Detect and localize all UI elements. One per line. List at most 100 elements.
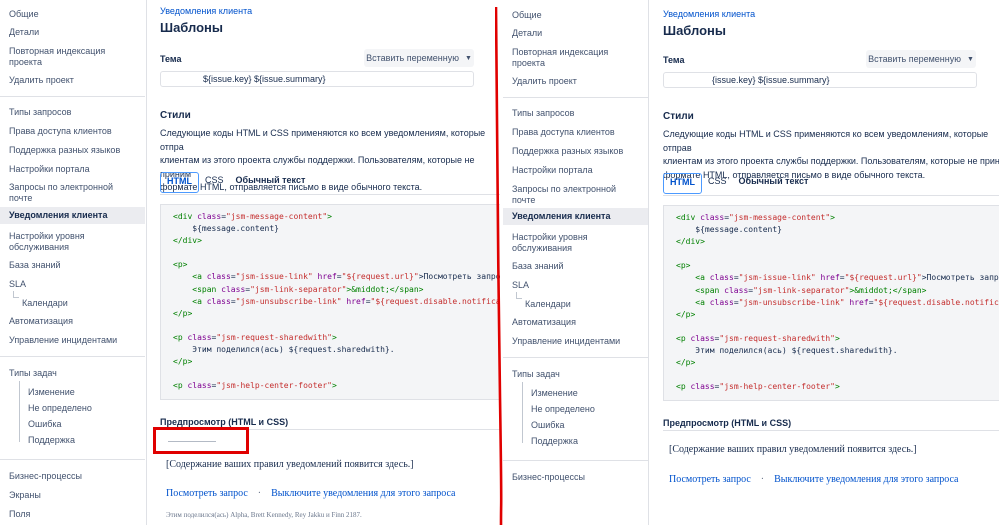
styles-heading: Стили bbox=[663, 111, 694, 122]
chevron-down-icon: ▼ bbox=[967, 55, 974, 63]
sidebar-divider bbox=[0, 356, 145, 357]
preview-view-request-link[interactable]: Посмотреть запрос bbox=[166, 488, 248, 499]
sidebar-item-portal-settings[interactable]: Настройки портала bbox=[0, 164, 145, 175]
preview-unsubscribe-link[interactable]: Выключите уведомления для этого запроса bbox=[774, 474, 958, 485]
tab-css[interactable]: CSS bbox=[702, 173, 733, 192]
sidebar-item-issue-types[interactable]: Типы задач bbox=[0, 368, 145, 379]
sidebar-item-workflows[interactable]: Бизнес-процессы bbox=[503, 472, 648, 483]
preview-separator: · bbox=[760, 474, 765, 485]
html-code-editor[interactable]: <div class="jsm-message-content"> ${mess… bbox=[663, 205, 999, 401]
code-token: <p bbox=[676, 382, 691, 392]
code-token: > bbox=[834, 382, 840, 392]
sidebar-item-sla-settings[interactable]: Настройки уровня обслуживания bbox=[0, 231, 119, 253]
sidebar-item-support[interactable]: Поддержка bbox=[0, 435, 164, 446]
tab-html[interactable]: HTML bbox=[663, 173, 702, 194]
sidebar-item-customer-permissions[interactable]: Права доступа клиентов bbox=[503, 127, 648, 138]
code-token: class bbox=[700, 213, 725, 222]
code-line: Этим поделился(ась) ${request.sharedwith… bbox=[173, 345, 395, 355]
code-token: <p bbox=[173, 381, 188, 391]
sidebar-item-languages[interactable]: Поддержка разных языков bbox=[0, 145, 145, 156]
tab-css[interactable]: CSS bbox=[199, 172, 230, 191]
sidebar-item-incident-management[interactable]: Управление инцидентами bbox=[0, 335, 145, 346]
code-token: <p bbox=[676, 333, 691, 343]
sidebar-item-knowledge-base[interactable]: База знаний bbox=[0, 260, 145, 271]
preview-view-request-link[interactable]: Посмотреть запрос bbox=[669, 474, 751, 485]
right-pane: Уведомления клиента Шаблоны Тема Вставит… bbox=[663, 0, 999, 525]
sidebar-item-calendars[interactable]: Календари bbox=[0, 298, 158, 309]
sidebar-item-delete-project[interactable]: Удалить проект bbox=[503, 76, 648, 87]
sidebar-item-general[interactable]: Общие bbox=[503, 10, 648, 21]
sidebar-item-details[interactable]: Детали bbox=[0, 27, 145, 38]
sidebar-item-sla[interactable]: SLA bbox=[503, 280, 648, 291]
sidebar-item-bug[interactable]: Ошибка bbox=[0, 419, 164, 430]
sidebar-item-details[interactable]: Детали bbox=[503, 28, 648, 39]
sidebar-item-change[interactable]: Изменение bbox=[0, 387, 164, 398]
sidebar-item-automation[interactable]: Автоматизация bbox=[503, 317, 648, 328]
tab-plain-text[interactable]: Обычный текст bbox=[733, 173, 815, 192]
preview-label: Предпросмотр (HTML и CSS) bbox=[663, 418, 792, 428]
sidebar-item-customer-notifications[interactable]: Уведомления клиента bbox=[0, 207, 145, 224]
left-pane: Общие Детали Повторная индексация проект… bbox=[0, 0, 500, 525]
sidebar-item-languages[interactable]: Поддержка разных языков bbox=[503, 146, 648, 157]
code-token: "jsm-unsubscribe-link" bbox=[235, 296, 342, 306]
insert-variable-button[interactable]: Вставить переменную ▼ bbox=[866, 50, 976, 68]
preview-unsubscribe-link[interactable]: Выключите уведомления для этого запроса bbox=[271, 488, 455, 499]
code-token: class bbox=[690, 382, 715, 392]
preview-separator: · bbox=[257, 488, 262, 499]
sidebar-item-sla-settings[interactable]: Настройки уровня обслуживания bbox=[503, 232, 622, 254]
sidebar-item-undefined[interactable]: Не определено bbox=[0, 403, 164, 414]
sidebar-item-portal-settings[interactable]: Настройки портала bbox=[503, 165, 648, 176]
code-token: class bbox=[690, 333, 715, 343]
html-code-editor[interactable]: <div class="jsm-message-content"> ${mess… bbox=[160, 204, 500, 400]
sidebar-item-general[interactable]: Общие bbox=[0, 9, 145, 20]
sidebar-item-request-types[interactable]: Типы запросов bbox=[503, 108, 648, 119]
code-token: "jsm-issue-link" bbox=[235, 272, 313, 282]
code-token: "${request.url}" bbox=[341, 272, 419, 282]
code-token: <span bbox=[173, 284, 222, 294]
preview-footer: Этим поделился(ась) Alpha, Brett Kennedy… bbox=[166, 511, 362, 519]
tab-plain-text[interactable]: Обычный текст bbox=[230, 172, 312, 191]
code-token: "jsm-message-content" bbox=[729, 213, 831, 222]
sidebar-item-screens[interactable]: Экраны bbox=[0, 490, 145, 501]
sidebar-item-calendars[interactable]: Календари bbox=[503, 299, 648, 310]
sidebar-item-delete-project[interactable]: Удалить проект bbox=[0, 75, 145, 86]
theme-input[interactable]: {issue.key} ${issue.summary} bbox=[663, 72, 977, 88]
sidebar-item-reindex[interactable]: Повторная индексация проекта bbox=[503, 47, 632, 69]
sidebar-item-reindex[interactable]: Повторная индексация проекта bbox=[0, 46, 129, 68]
sidebar-item-sla[interactable]: SLA bbox=[0, 279, 145, 290]
insert-variable-button[interactable]: Вставить переменную ▼ bbox=[364, 49, 474, 67]
sidebar-divider bbox=[503, 97, 648, 98]
code-token: "jsm-request-sharedwith" bbox=[719, 333, 835, 343]
sidebar-item-customer-notifications[interactable]: Уведомления клиента bbox=[503, 208, 648, 225]
sidebar-item-workflows[interactable]: Бизнес-процессы bbox=[0, 471, 145, 482]
sidebar-item-customer-permissions[interactable]: Права доступа клиентов bbox=[0, 126, 145, 137]
breadcrumb[interactable]: Уведомления клиента bbox=[160, 6, 252, 16]
sidebar-item-bug[interactable]: Ошибка bbox=[503, 420, 648, 431]
sidebar-item-change[interactable]: Изменение bbox=[503, 388, 648, 399]
code-token: href bbox=[312, 272, 337, 282]
insert-variable-label: Вставить переменную bbox=[366, 53, 459, 63]
code-token: href bbox=[844, 297, 869, 307]
code-token: class bbox=[197, 212, 222, 221]
sidebar-item-undefined[interactable]: Не определено bbox=[503, 404, 648, 415]
sidebar-item-automation[interactable]: Автоматизация bbox=[0, 316, 145, 327]
tab-html[interactable]: HTML bbox=[160, 172, 199, 193]
sidebar-item-issue-types[interactable]: Типы задач bbox=[503, 369, 648, 380]
sidebar-item-email-requests[interactable]: Запросы по электронной почте bbox=[0, 182, 119, 204]
code-token: > bbox=[331, 381, 337, 391]
code-line: <p> bbox=[173, 260, 188, 270]
sidebar-item-email-requests[interactable]: Запросы по электронной почте bbox=[503, 184, 622, 206]
code-line: ${message.content} bbox=[676, 225, 782, 235]
code-token: > bbox=[834, 333, 840, 343]
theme-input[interactable]: ${issue.key} ${issue.summary} bbox=[160, 71, 474, 87]
code-token: <p bbox=[173, 332, 188, 342]
breadcrumb[interactable]: Уведомления клиента bbox=[663, 9, 755, 19]
code-token: href bbox=[815, 273, 840, 283]
sidebar-item-incident-management[interactable]: Управление инцидентами bbox=[503, 336, 648, 347]
sidebar-item-support[interactable]: Поддержка bbox=[503, 436, 648, 447]
code-token: "${request.disable.notifica bbox=[873, 297, 999, 307]
sidebar-item-request-types[interactable]: Типы запросов bbox=[0, 107, 145, 118]
styles-heading: Стили bbox=[160, 110, 191, 121]
sidebar-item-fields[interactable]: Поля bbox=[0, 509, 145, 520]
sidebar-item-knowledge-base[interactable]: База знаний bbox=[503, 261, 648, 272]
